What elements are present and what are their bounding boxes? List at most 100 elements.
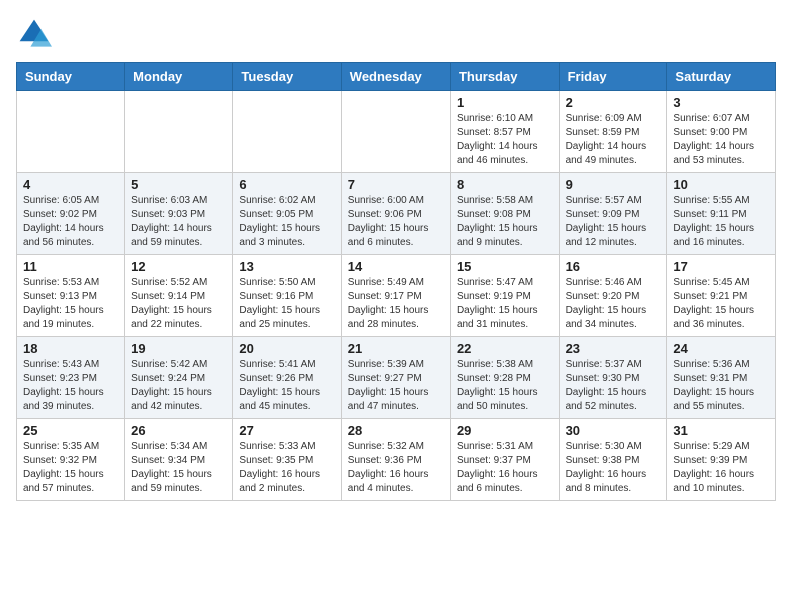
day-info: Sunrise: 5:31 AM Sunset: 9:37 PM Dayligh… (457, 440, 553, 496)
calendar-cell: 19 Sunrise: 5:42 AM Sunset: 9:24 PM Dayli… (125, 337, 233, 419)
day-number: 4 (23, 177, 118, 192)
day-info: Sunrise: 5:49 AM Sunset: 9:17 PM Dayligh… (348, 276, 444, 332)
calendar-cell: 1 Sunrise: 6:10 AM Sunset: 8:57 PM Daylig… (450, 91, 559, 173)
day-info: Sunrise: 6:05 AM Sunset: 9:02 PM Dayligh… (23, 194, 118, 250)
day-number: 20 (239, 341, 334, 356)
day-info: Sunrise: 5:35 AM Sunset: 9:32 PM Dayligh… (23, 440, 118, 496)
day-number: 7 (348, 177, 444, 192)
calendar-cell (17, 91, 125, 173)
calendar-cell: 22 Sunrise: 5:38 AM Sunset: 9:28 PM Dayli… (450, 337, 559, 419)
day-number: 15 (457, 259, 553, 274)
day-info: Sunrise: 5:38 AM Sunset: 9:28 PM Dayligh… (457, 358, 553, 414)
calendar-cell: 26 Sunrise: 5:34 AM Sunset: 9:34 PM Dayli… (125, 419, 233, 501)
weekday-header: Friday (559, 63, 667, 91)
calendar-week-row: 18 Sunrise: 5:43 AM Sunset: 9:23 PM Dayli… (17, 337, 776, 419)
day-number: 2 (566, 95, 661, 110)
calendar-week-row: 4 Sunrise: 6:05 AM Sunset: 9:02 PM Daylig… (17, 173, 776, 255)
calendar-week-row: 11 Sunrise: 5:53 AM Sunset: 9:13 PM Dayli… (17, 255, 776, 337)
day-number: 31 (673, 423, 769, 438)
day-info: Sunrise: 5:33 AM Sunset: 9:35 PM Dayligh… (239, 440, 334, 496)
day-number: 29 (457, 423, 553, 438)
day-info: Sunrise: 5:45 AM Sunset: 9:21 PM Dayligh… (673, 276, 769, 332)
day-info: Sunrise: 6:10 AM Sunset: 8:57 PM Dayligh… (457, 112, 553, 168)
weekday-header: Thursday (450, 63, 559, 91)
calendar-cell: 29 Sunrise: 5:31 AM Sunset: 9:37 PM Dayli… (450, 419, 559, 501)
day-number: 23 (566, 341, 661, 356)
weekday-header: Tuesday (233, 63, 341, 91)
calendar-cell: 17Sunrise: 5:45 AM Sunset: 9:21 PM Dayli… (667, 255, 776, 337)
day-info: Sunrise: 5:55 AM Sunset: 9:11 PM Dayligh… (673, 194, 769, 250)
calendar-cell: 10 Sunrise: 5:55 AM Sunset: 9:11 PM Dayli… (667, 173, 776, 255)
logo-icon (16, 16, 52, 52)
weekday-header: Wednesday (341, 63, 450, 91)
calendar-cell (125, 91, 233, 173)
day-info: Sunrise: 6:07 AM Sunset: 9:00 PM Dayligh… (673, 112, 769, 168)
calendar-cell: 7 Sunrise: 6:00 AM Sunset: 9:06 PM Daylig… (341, 173, 450, 255)
day-number: 8 (457, 177, 553, 192)
day-info: Sunrise: 6:09 AM Sunset: 8:59 PM Dayligh… (566, 112, 661, 168)
day-number: 14 (348, 259, 444, 274)
day-number: 28 (348, 423, 444, 438)
day-number: 16 (566, 259, 661, 274)
calendar-cell: 5 Sunrise: 6:03 AM Sunset: 9:03 PM Daylig… (125, 173, 233, 255)
day-info: Sunrise: 5:53 AM Sunset: 9:13 PM Dayligh… (23, 276, 118, 332)
calendar-cell: 18 Sunrise: 5:43 AM Sunset: 9:23 PM Dayli… (17, 337, 125, 419)
weekday-header: Saturday (667, 63, 776, 91)
day-info: Sunrise: 5:32 AM Sunset: 9:36 PM Dayligh… (348, 440, 444, 496)
calendar-cell: 15 Sunrise: 5:47 AM Sunset: 9:19 PM Dayli… (450, 255, 559, 337)
day-info: Sunrise: 5:57 AM Sunset: 9:09 PM Dayligh… (566, 194, 661, 250)
day-info: Sunrise: 5:58 AM Sunset: 9:08 PM Dayligh… (457, 194, 553, 250)
day-info: Sunrise: 5:43 AM Sunset: 9:23 PM Dayligh… (23, 358, 118, 414)
calendar-header-row: SundayMondayTuesdayWednesdayThursdayFrid… (17, 63, 776, 91)
day-info: Sunrise: 5:50 AM Sunset: 9:16 PM Dayligh… (239, 276, 334, 332)
day-number: 10 (673, 177, 769, 192)
day-info: Sunrise: 5:41 AM Sunset: 9:26 PM Dayligh… (239, 358, 334, 414)
logo (16, 16, 58, 52)
calendar-cell: 20 Sunrise: 5:41 AM Sunset: 9:26 PM Dayli… (233, 337, 341, 419)
page-header (16, 16, 776, 52)
calendar-cell: 16 Sunrise: 5:46 AM Sunset: 9:20 PM Dayli… (559, 255, 667, 337)
day-info: Sunrise: 5:47 AM Sunset: 9:19 PM Dayligh… (457, 276, 553, 332)
calendar-cell: 12 Sunrise: 5:52 AM Sunset: 9:14 PM Dayli… (125, 255, 233, 337)
day-number: 11 (23, 259, 118, 274)
calendar-cell: 31 Sunrise: 5:29 AM Sunset: 9:39 PM Dayli… (667, 419, 776, 501)
calendar-cell: 2 Sunrise: 6:09 AM Sunset: 8:59 PM Daylig… (559, 91, 667, 173)
calendar-cell: 14 Sunrise: 5:49 AM Sunset: 9:17 PM Dayli… (341, 255, 450, 337)
day-number: 27 (239, 423, 334, 438)
day-number: 19 (131, 341, 226, 356)
weekday-header: Sunday (17, 63, 125, 91)
calendar-cell: 6Sunrise: 6:02 AM Sunset: 9:05 PM Daylig… (233, 173, 341, 255)
day-info: Sunrise: 5:36 AM Sunset: 9:31 PM Dayligh… (673, 358, 769, 414)
calendar-cell: 28 Sunrise: 5:32 AM Sunset: 9:36 PM Dayli… (341, 419, 450, 501)
day-number: 13 (239, 259, 334, 274)
day-info: Sunrise: 5:34 AM Sunset: 9:34 PM Dayligh… (131, 440, 226, 496)
day-info: Sunrise: 6:00 AM Sunset: 9:06 PM Dayligh… (348, 194, 444, 250)
day-number: 26 (131, 423, 226, 438)
day-info: Sunrise: 5:42 AM Sunset: 9:24 PM Dayligh… (131, 358, 226, 414)
day-number: 1 (457, 95, 553, 110)
calendar-cell: 13 Sunrise: 5:50 AM Sunset: 9:16 PM Dayli… (233, 255, 341, 337)
day-number: 12 (131, 259, 226, 274)
day-number: 22 (457, 341, 553, 356)
day-number: 9 (566, 177, 661, 192)
day-info: Sunrise: 5:37 AM Sunset: 9:30 PM Dayligh… (566, 358, 661, 414)
day-number: 30 (566, 423, 661, 438)
calendar-cell: 23 Sunrise: 5:37 AM Sunset: 9:30 PM Dayli… (559, 337, 667, 419)
calendar-cell: 24Sunrise: 5:36 AM Sunset: 9:31 PM Dayli… (667, 337, 776, 419)
calendar-week-row: 1 Sunrise: 6:10 AM Sunset: 8:57 PM Daylig… (17, 91, 776, 173)
calendar-cell: 9 Sunrise: 5:57 AM Sunset: 9:09 PM Daylig… (559, 173, 667, 255)
day-info: Sunrise: 5:39 AM Sunset: 9:27 PM Dayligh… (348, 358, 444, 414)
day-info: Sunrise: 5:46 AM Sunset: 9:20 PM Dayligh… (566, 276, 661, 332)
calendar-cell: 11 Sunrise: 5:53 AM Sunset: 9:13 PM Dayli… (17, 255, 125, 337)
calendar-cell: 3Sunrise: 6:07 AM Sunset: 9:00 PM Daylig… (667, 91, 776, 173)
weekday-header: Monday (125, 63, 233, 91)
day-info: Sunrise: 5:29 AM Sunset: 9:39 PM Dayligh… (673, 440, 769, 496)
calendar-cell: 21 Sunrise: 5:39 AM Sunset: 9:27 PM Dayli… (341, 337, 450, 419)
day-info: Sunrise: 6:02 AM Sunset: 9:05 PM Dayligh… (239, 194, 334, 250)
day-number: 21 (348, 341, 444, 356)
day-info: Sunrise: 6:03 AM Sunset: 9:03 PM Dayligh… (131, 194, 226, 250)
day-info: Sunrise: 5:52 AM Sunset: 9:14 PM Dayligh… (131, 276, 226, 332)
day-number: 18 (23, 341, 118, 356)
calendar-cell: 25Sunrise: 5:35 AM Sunset: 9:32 PM Dayli… (17, 419, 125, 501)
day-number: 5 (131, 177, 226, 192)
